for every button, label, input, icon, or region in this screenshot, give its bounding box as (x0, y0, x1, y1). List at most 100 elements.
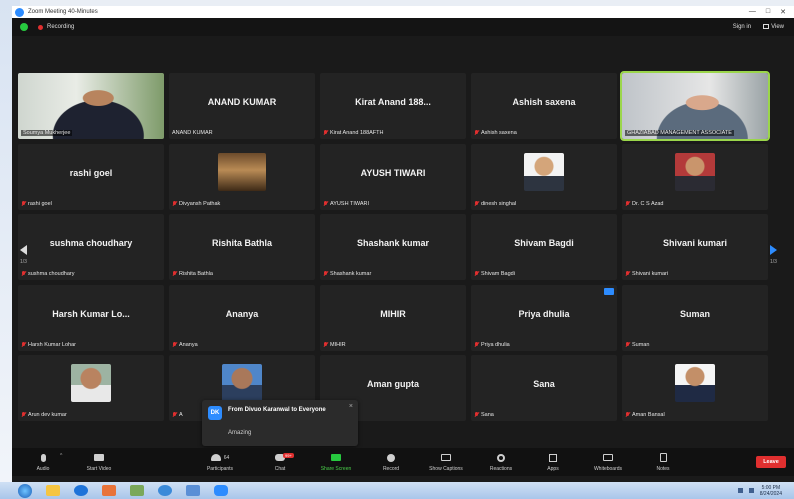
sender-avatar: DK (208, 406, 222, 420)
taskbar-clock[interactable]: 5:00 PM 8/24/2024 (760, 485, 782, 497)
participant-tile[interactable]: Suman Suman (622, 284, 768, 351)
maximize-button[interactable]: □ (766, 8, 770, 16)
participant-tile[interactable]: Kirat Anand 188... Kirat Anand 188AFTH (320, 73, 466, 139)
participant-display-name: Suman (679, 308, 710, 319)
video-camera-icon (94, 454, 104, 461)
participant-tile[interactable]: Aman Bansal (622, 355, 768, 421)
recording-dot-icon (38, 24, 43, 30)
muted-mic-icon (625, 341, 630, 348)
participant-tile[interactable]: Dr. C S Azad (622, 143, 768, 210)
close-button[interactable]: ✕ (780, 8, 786, 16)
reactions-button[interactable]: Reactions (476, 451, 526, 472)
participant-tile[interactable]: Shivani kumari Shivani kumari (622, 214, 768, 280)
participant-avatar (71, 364, 111, 402)
participant-tile[interactable]: AYUSH TIWARI AYUSH TIWARI (320, 143, 466, 210)
participant-nametag: Suman (625, 341, 649, 348)
internet-explorer-icon[interactable] (74, 485, 88, 496)
next-page-button[interactable]: 1/3 (770, 237, 780, 277)
participant-name-label: Divyansh Pathak (179, 200, 221, 207)
participant-display-name: Sana (533, 379, 555, 389)
participant-tile[interactable]: rashi goel rashi goel (18, 143, 164, 210)
muted-mic-icon (21, 412, 26, 418)
participant-tile[interactable]: dinesh singhal (471, 143, 617, 210)
participant-tile[interactable]: Ashish saxena Ashish saxena (471, 73, 617, 139)
captions-icon (441, 454, 451, 461)
start-button-icon[interactable] (18, 483, 32, 498)
participant-tile[interactable]: MIHIR MIHIR (320, 284, 466, 351)
participant-nametag: A (172, 412, 183, 418)
muted-mic-icon (625, 200, 630, 207)
muted-mic-icon (474, 412, 479, 418)
left-arrow-icon (20, 245, 27, 255)
participant-tile[interactable]: Priya dhulia Priya dhulia (471, 284, 617, 351)
muted-mic-icon (474, 200, 479, 207)
view-button[interactable]: View (763, 23, 784, 30)
start-video-button[interactable]: Start Video (74, 451, 124, 472)
media-player-icon[interactable] (102, 485, 116, 496)
clock-date: 8/24/2024 (759, 490, 782, 497)
participants-button[interactable]: 64 Participants (195, 451, 245, 472)
whiteboards-button[interactable]: Whiteboards (583, 451, 633, 472)
participant-display-name: Ashish saxena (512, 97, 576, 107)
window-controls: — □ ✕ (749, 8, 794, 16)
sign-in-link[interactable]: Sign in (733, 24, 751, 30)
participant-tile[interactable]: ANAND KUMAR ANAND KUMAR (169, 73, 315, 139)
record-button[interactable]: Record (366, 451, 416, 472)
participant-tile[interactable]: sushma choudhary sushma choudhary (18, 214, 164, 280)
participant-nametag: Ashish saxena (474, 130, 517, 136)
previous-page-button[interactable]: 1/3 (20, 237, 30, 277)
participant-name-label: AYUSH TIWARI (330, 200, 370, 207)
participant-name-label: ANAND KUMAR (172, 130, 213, 136)
minimize-button[interactable]: — (749, 8, 756, 16)
participant-avatar (524, 152, 564, 191)
audio-options-caret-icon[interactable]: ^ (60, 453, 62, 459)
zoom-logo-icon (15, 7, 24, 17)
participant-display-name: AYUSH TIWARI (360, 167, 426, 178)
chat-button[interactable]: 99+ Chat (255, 451, 305, 472)
paint-app-icon[interactable] (186, 485, 200, 496)
apps-button[interactable]: Apps (528, 451, 578, 472)
notes-button[interactable]: Notes (638, 451, 688, 472)
participants-label: Participants (206, 466, 234, 472)
participant-tile[interactable]: Soumya Mukherjee (18, 73, 164, 139)
network-app-icon[interactable] (130, 485, 144, 496)
participant-nametag: Priya dhulia (474, 341, 510, 348)
participant-name-label: Shivam Bagdi (481, 271, 515, 277)
network-icon[interactable] (737, 488, 743, 493)
participant-name-label: Ananya (179, 341, 198, 348)
participant-tile[interactable]: Sana Sana (471, 355, 617, 421)
share-screen-button[interactable]: Share Screen (311, 451, 361, 472)
show-captions-button[interactable]: Show Captions (421, 451, 471, 472)
security-shield-icon[interactable] (20, 23, 28, 31)
participant-nametag: Dr. C S Azad (625, 200, 664, 207)
volume-icon[interactable] (748, 488, 754, 493)
participant-tile[interactable]: Ananya Ananya (169, 284, 315, 351)
participant-display-name: MIHIR (380, 308, 406, 319)
participant-nametag: Shashank kumar (323, 271, 371, 277)
chat-message: Amazing (228, 430, 252, 436)
participant-nametag: Sana (474, 412, 494, 418)
participant-tile[interactable]: Harsh Kumar Lo... Harsh Kumar Lohar (18, 284, 164, 351)
page-indicator-left: 1/3 (20, 259, 27, 265)
reaction-badge-icon (604, 287, 614, 295)
browser-icon[interactable] (158, 485, 172, 496)
muted-mic-icon (323, 341, 328, 348)
file-explorer-icon[interactable] (46, 485, 60, 496)
participant-tile[interactable]: Shivam Bagdi Shivam Bagdi (471, 214, 617, 280)
participant-avatar (222, 364, 262, 402)
leave-button[interactable]: Leave (756, 456, 786, 468)
participant-tile[interactable]: Arun dev kumar (18, 355, 164, 421)
chat-notification[interactable]: DK From Divuo Karanwal to Everyone Amazi… (202, 400, 358, 446)
muted-mic-icon (625, 271, 630, 277)
zoom-taskbar-icon[interactable] (214, 485, 228, 496)
participant-nametag: MIHIR (323, 341, 346, 348)
participant-tile[interactable]: Rishita Bathla Rishita Bathla (169, 214, 315, 280)
participant-tile[interactable]: Shashank kumar Shashank kumar (320, 214, 466, 280)
reactions-icon (497, 453, 505, 462)
audio-label: Audio (36, 466, 50, 472)
participant-display-name: Kirat Anand 188... (355, 97, 431, 107)
close-icon[interactable]: × (349, 403, 353, 410)
participant-tile[interactable]: GHAZIABAD MANAGEMENT ASSOCIATE (620, 71, 770, 141)
participant-tile[interactable]: Divyansh Pathak (169, 143, 315, 210)
muted-mic-icon (172, 271, 177, 277)
